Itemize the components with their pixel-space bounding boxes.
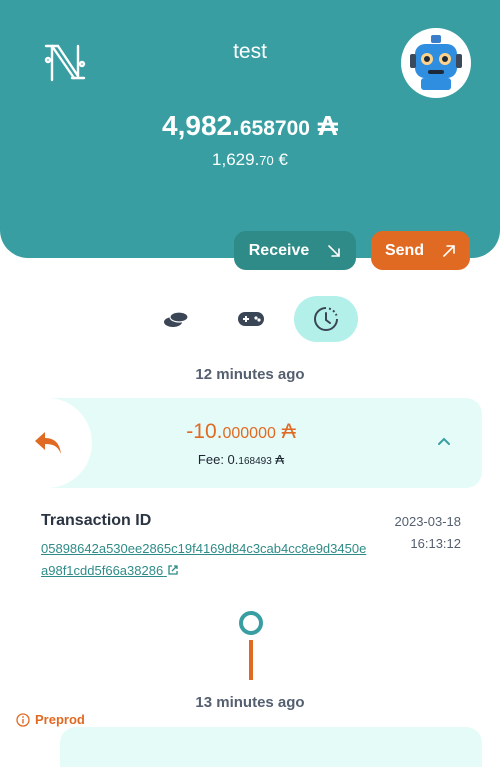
timeline-dot	[239, 611, 263, 635]
transaction-id-label: Transaction ID	[41, 512, 152, 529]
history-time-heading: 12 minutes ago	[195, 366, 305, 383]
external-link-icon[interactable]	[167, 564, 179, 576]
transaction-card-2[interactable]	[60, 727, 482, 767]
balance-ada: 4,982.658700 ₳	[162, 110, 338, 141]
send-button[interactable]: Send	[371, 231, 470, 270]
info-icon	[16, 712, 30, 727]
wallet-tabs	[0, 296, 500, 342]
tab-history[interactable]	[294, 296, 358, 342]
receive-button[interactable]: Receive	[234, 231, 356, 270]
transaction-datetime: 2023-03-18 16:13:12	[394, 514, 462, 551]
network-badge: Preprod	[16, 712, 85, 727]
transaction-id-link[interactable]: 05898642a530ee2865c19f4169d84c3cab4cc8e9…	[41, 538, 371, 582]
robot-avatar-icon	[410, 35, 462, 90]
wallet-header: test 4,982.658700 ₳ 1,629.70 €	[0, 0, 500, 258]
tab-assets[interactable]	[144, 296, 208, 342]
coins-icon	[164, 311, 189, 327]
transaction-amount: -10.000000 ₳	[186, 420, 296, 443]
tab-dapps[interactable]	[219, 296, 283, 342]
gamepad-icon	[238, 312, 264, 326]
history-clock-icon	[314, 307, 338, 331]
arrow-down-right-icon	[328, 244, 341, 257]
transaction-fee: Fee: 0.168493 ₳	[197, 452, 285, 467]
timeline-line	[249, 640, 253, 680]
balance-fiat: 1,629.70 €	[212, 150, 288, 169]
history-time-heading-2: 13 minutes ago	[195, 694, 305, 711]
avatar[interactable]	[401, 28, 471, 98]
arrow-up-right-icon	[443, 244, 455, 257]
